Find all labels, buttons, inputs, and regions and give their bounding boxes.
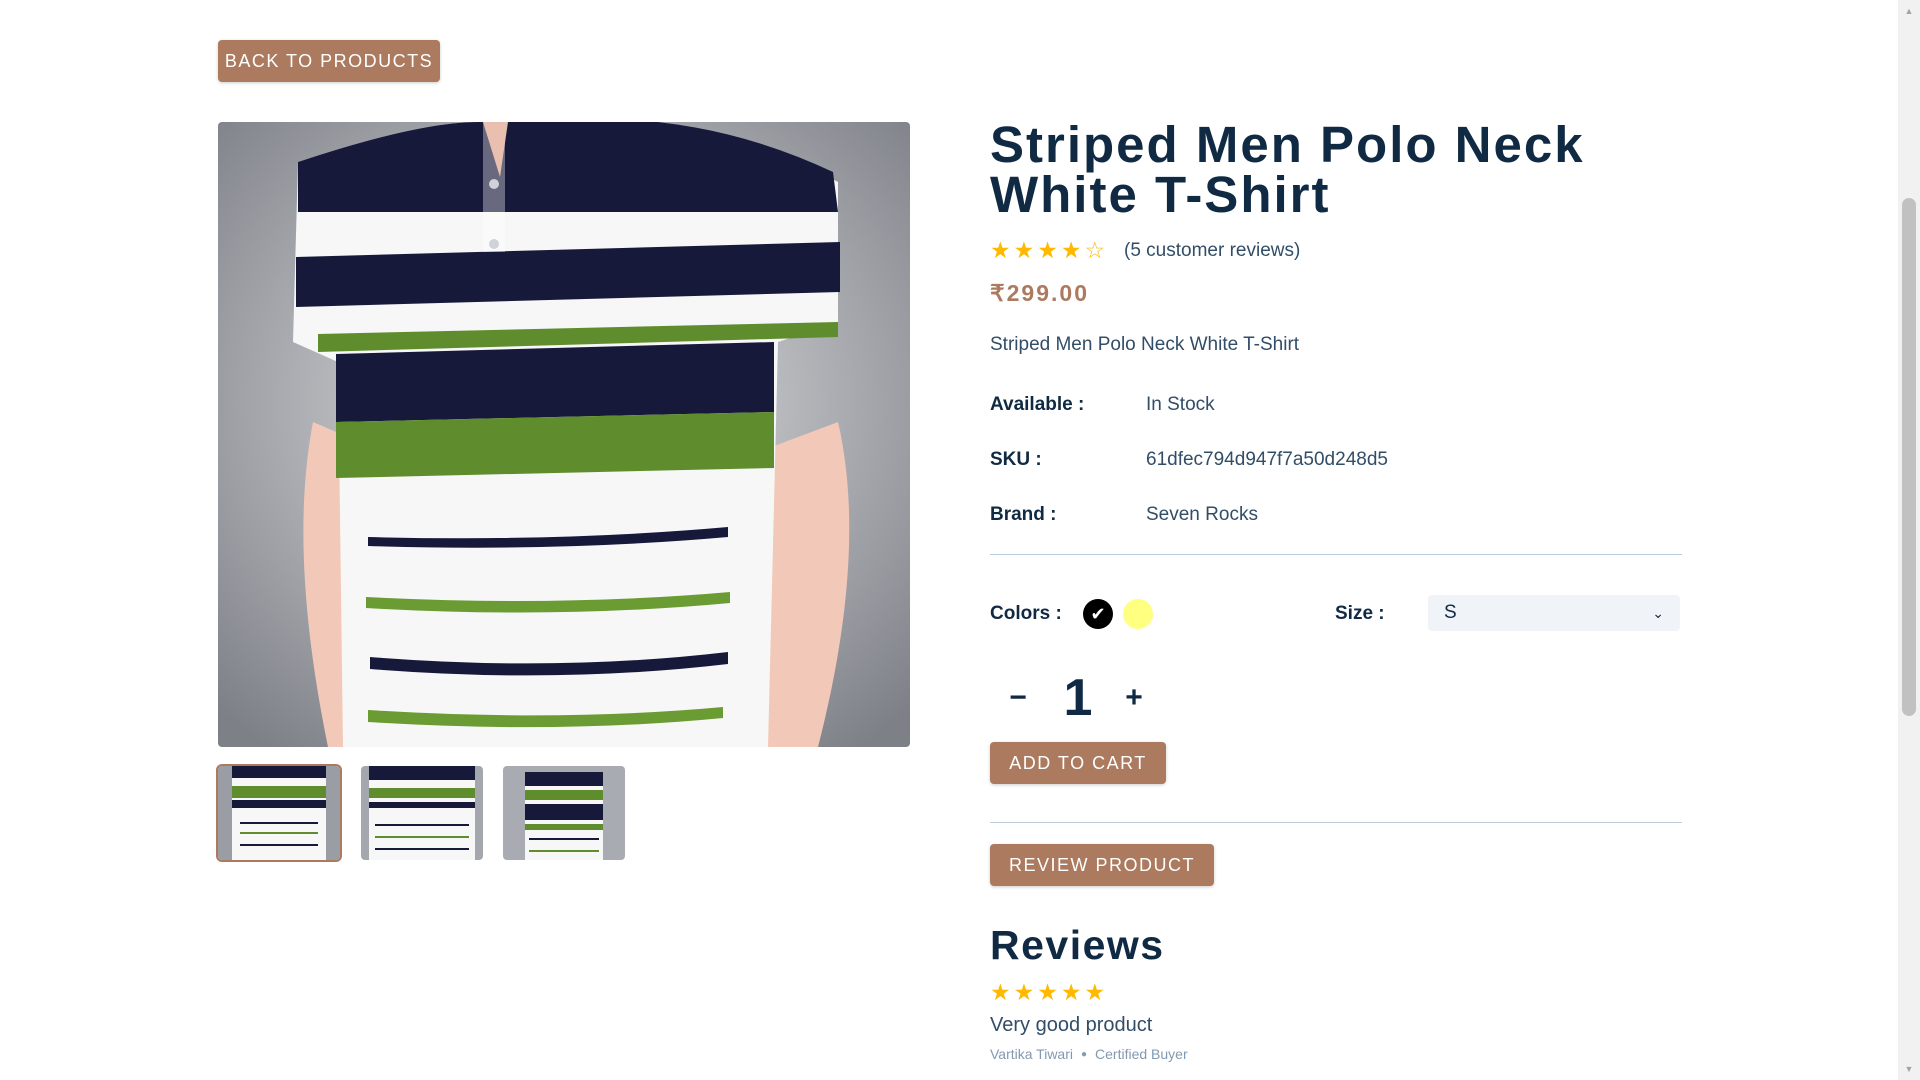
- product-description: Striped Men Polo Neck White T-Shirt: [990, 334, 1300, 355]
- color-swatch-black[interactable]: ✔: [1083, 599, 1113, 629]
- scrollbar-thumb[interactable]: [1902, 198, 1916, 716]
- review-badge: Certified Buyer: [1095, 1046, 1188, 1062]
- star-icon: ★: [1013, 979, 1035, 1005]
- reviews-count: (5 customer reviews): [1124, 240, 1301, 261]
- thumbnail-gallery: [216, 764, 918, 864]
- star-icon: ★: [1037, 237, 1058, 263]
- review-text: Very good product: [990, 1014, 1153, 1036]
- scroll-up-icon[interactable]: ▲: [1898, 4, 1920, 18]
- size-selected-value: S: [1444, 602, 1457, 623]
- main-product-image: [218, 122, 910, 747]
- star-icon: ★: [990, 237, 1011, 263]
- star-icon: ★: [1060, 237, 1082, 263]
- star-icon: ★: [1084, 979, 1106, 1005]
- star-icon: ★: [990, 979, 1011, 1005]
- star-icon: ★: [1013, 237, 1035, 263]
- star-icon: ★: [1037, 979, 1058, 1005]
- review-author: Vartika Tiwari: [990, 1046, 1073, 1062]
- star-icon: ★: [1060, 979, 1082, 1005]
- product-title: Striped Men Polo Neck White T-Shirt: [990, 116, 1585, 223]
- divider: [990, 822, 1682, 823]
- decrease-quantity-button[interactable]: −: [1000, 680, 1036, 716]
- brand-value: Seven Rocks: [1146, 504, 1258, 525]
- reviews-heading: Reviews: [990, 922, 1165, 968]
- product-price: ₹299.00: [990, 280, 1089, 306]
- check-icon: ✔: [1090, 603, 1106, 624]
- sku-label: SKU :: [990, 449, 1042, 470]
- size-label: Size :: [1335, 603, 1385, 624]
- quantity-value: 1: [1063, 669, 1093, 727]
- shirt-image: [218, 122, 910, 747]
- scroll-down-icon[interactable]: ▼: [1898, 1062, 1920, 1076]
- product-rating: ★ ★ ★ ★ ☆: [990, 238, 1105, 262]
- color-swatch-yellow[interactable]: [1123, 599, 1153, 629]
- thumbnail-2[interactable]: [361, 766, 483, 860]
- colors-label: Colors :: [990, 603, 1062, 624]
- divider: [990, 554, 1682, 555]
- back-to-products-button[interactable]: BACK TO PRODUCTS: [218, 40, 440, 82]
- chevron-down-icon: ⌄: [1652, 604, 1664, 621]
- sku-value: 61dfec794d947f7a50d248d5: [1146, 449, 1388, 470]
- product-page: BACK TO PRODUCTS Striped Men Polo Neck W…: [0, 0, 1898, 1080]
- size-select[interactable]: S ⌄: [1428, 595, 1680, 631]
- available-label: Available :: [990, 394, 1085, 415]
- add-to-cart-button[interactable]: ADD TO CART: [990, 742, 1166, 784]
- star-outline-icon: ☆: [1084, 237, 1106, 263]
- vertical-scrollbar[interactable]: ▲ ▼: [1898, 0, 1920, 1080]
- review-rating: ★ ★ ★ ★ ★: [990, 980, 1105, 1004]
- available-value: In Stock: [1146, 394, 1215, 415]
- thumbnail-3[interactable]: [503, 766, 625, 860]
- brand-label: Brand :: [990, 504, 1057, 525]
- review-product-button[interactable]: REVIEW PRODUCT: [990, 844, 1214, 886]
- separator-dot: ●: [1080, 1048, 1088, 1060]
- thumbnail-1[interactable]: [216, 764, 342, 862]
- increase-quantity-button[interactable]: +: [1116, 680, 1152, 716]
- review-meta: Vartika Tiwari ● Certified Buyer: [990, 1046, 1188, 1062]
